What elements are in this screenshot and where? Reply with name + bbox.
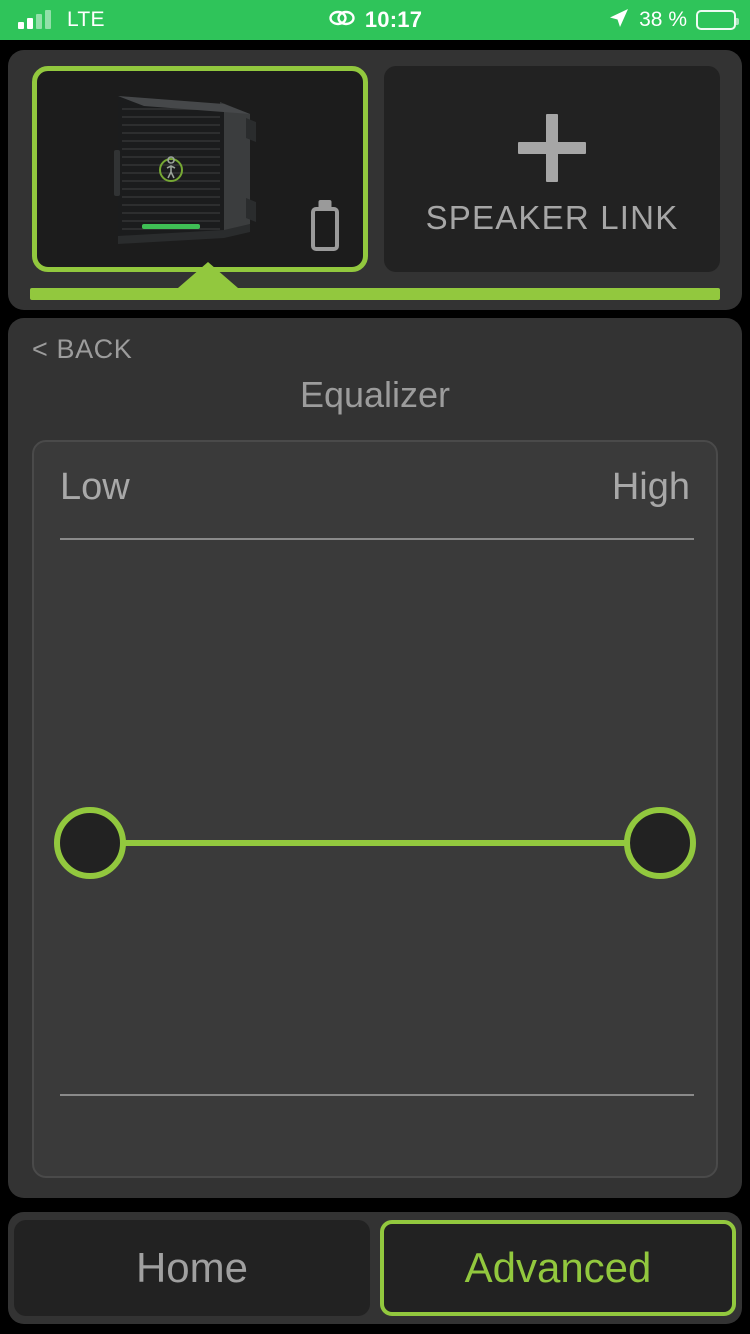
status-bar: LTE 10:17 38 % xyxy=(0,0,750,40)
eq-lower-divider xyxy=(60,1094,694,1096)
speaker-thumbnail xyxy=(114,96,256,244)
selection-bar xyxy=(30,288,720,300)
clock-label: 10:17 xyxy=(364,7,423,32)
speaker-card-selected[interactable] xyxy=(32,66,368,272)
add-speaker-label: SPEAKER LINK xyxy=(425,198,679,236)
battery-icon xyxy=(696,10,739,30)
chain-link-icon xyxy=(328,7,356,34)
speaker-battery-icon xyxy=(311,207,339,251)
eq-upper-divider xyxy=(60,538,694,540)
eq-high-label: High xyxy=(611,466,690,508)
status-bar-right: 38 % xyxy=(608,7,739,34)
nav-home-button[interactable]: Home xyxy=(14,1220,370,1316)
page-title: Equalizer xyxy=(299,374,451,415)
plus-icon xyxy=(512,108,592,193)
battery-percent-label: 38 % xyxy=(639,8,687,31)
eq-curve-line xyxy=(90,840,664,846)
bottom-nav: Home Advanced xyxy=(8,1212,742,1324)
eq-low-label: Low xyxy=(60,466,130,508)
equalizer-control[interactable]: Low High xyxy=(32,440,718,1178)
back-button[interactable]: < BACK xyxy=(32,334,132,365)
app-root: LTE 10:17 38 % SPEAKER LINK < BACK Equal… xyxy=(0,0,750,1334)
speaker-panel: SPEAKER LINK xyxy=(8,50,742,310)
selection-arrow-icon xyxy=(178,262,238,288)
high-band-handle[interactable] xyxy=(624,807,696,879)
low-band-handle[interactable] xyxy=(54,807,126,879)
nav-advanced-button[interactable]: Advanced xyxy=(380,1220,736,1316)
add-speaker-link-button[interactable]: SPEAKER LINK xyxy=(384,66,720,272)
content-panel: < BACK Equalizer Low High xyxy=(8,318,742,1198)
location-arrow-icon xyxy=(608,7,630,34)
